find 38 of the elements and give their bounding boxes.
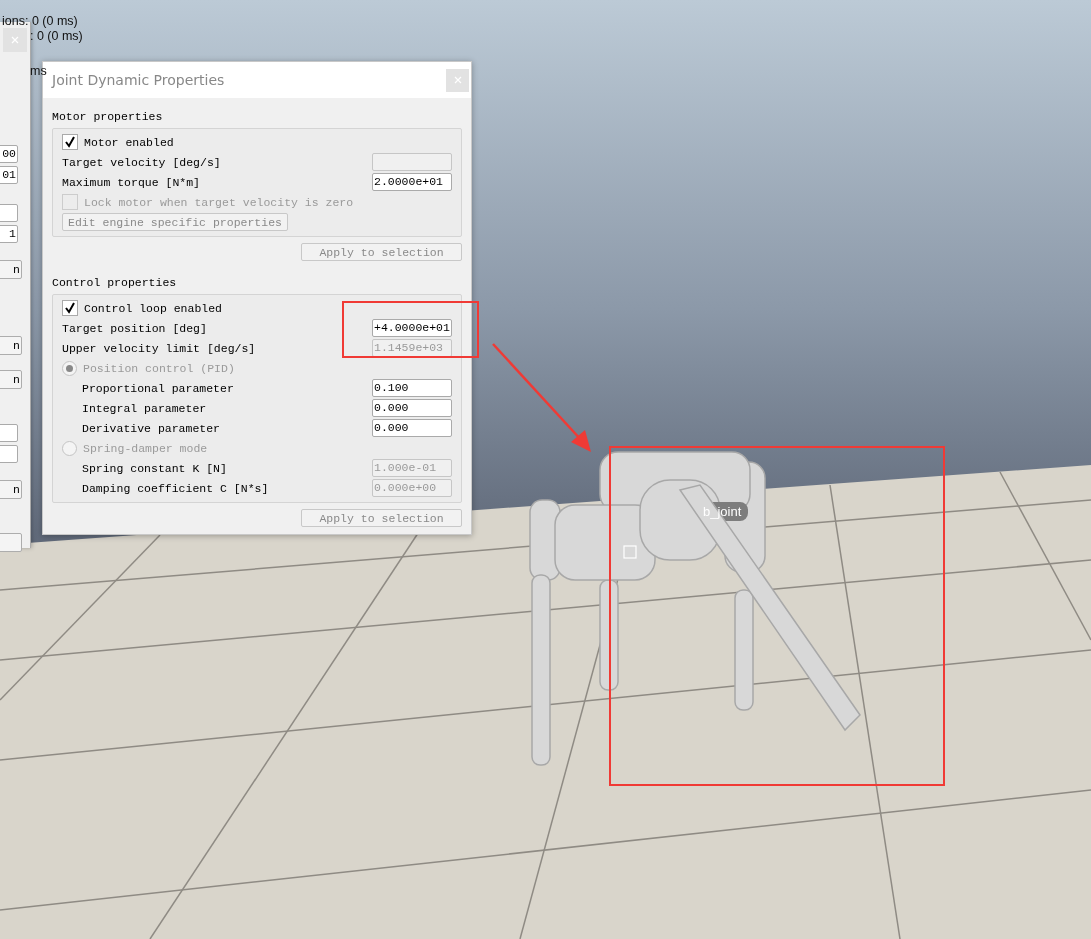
checkbox[interactable] <box>62 134 78 150</box>
field-label: Target position [deg] <box>62 321 207 335</box>
section-heading: Motor properties <box>52 109 164 125</box>
stats-text: : 0 (0 ms) <box>30 29 83 43</box>
input-field[interactable]: 01 <box>0 166 18 184</box>
input-field[interactable]: 2.0000e+01 <box>372 173 452 191</box>
close-button[interactable] <box>446 68 469 92</box>
close-icon <box>11 36 19 44</box>
input-field[interactable]: 00 <box>0 145 18 163</box>
input-field[interactable]: +4.0000e+01 <box>372 319 452 337</box>
field-label: Maximum torque [N*m] <box>62 175 201 189</box>
section-heading: Control properties <box>52 275 178 291</box>
panel-button[interactable]: n <box>0 336 22 355</box>
radio-label: Spring-damper mode <box>83 441 208 455</box>
field-label: Spring constant K [N] <box>82 461 227 475</box>
checkmark-icon <box>64 136 76 148</box>
panel-button[interactable]: n <box>0 260 22 279</box>
window-title: Joint Dynamic Properties <box>52 72 225 88</box>
object-marker-icon <box>623 545 637 559</box>
close-button[interactable] <box>3 28 27 52</box>
checkmark-icon <box>64 302 76 314</box>
panel-button[interactable]: n <box>0 370 22 389</box>
close-icon <box>453 76 462 84</box>
panel-button[interactable]: n <box>0 480 22 499</box>
field-label: Proportional parameter <box>82 381 234 395</box>
radio-label: Position control (PID) <box>83 361 235 375</box>
field-label: Target velocity [deg/s] <box>62 155 221 169</box>
field-label: Derivative parameter <box>82 421 221 435</box>
field-label: Damping coefficient C [N*s] <box>82 481 269 495</box>
field-label: Upper velocity limit [deg/s] <box>62 341 256 355</box>
stats-text: ms <box>30 64 47 78</box>
checkbox-label: Control loop enabled <box>84 301 223 315</box>
input-field[interactable]: 1 <box>0 225 18 243</box>
checkbox-label: Motor enabled <box>84 135 174 149</box>
checkbox[interactable] <box>62 300 78 316</box>
field-label: Integral parameter <box>82 401 207 415</box>
checkbox-label: Lock motor when target velocity is zero <box>84 195 354 209</box>
stats-text: ions: 0 (0 ms) <box>2 14 78 28</box>
